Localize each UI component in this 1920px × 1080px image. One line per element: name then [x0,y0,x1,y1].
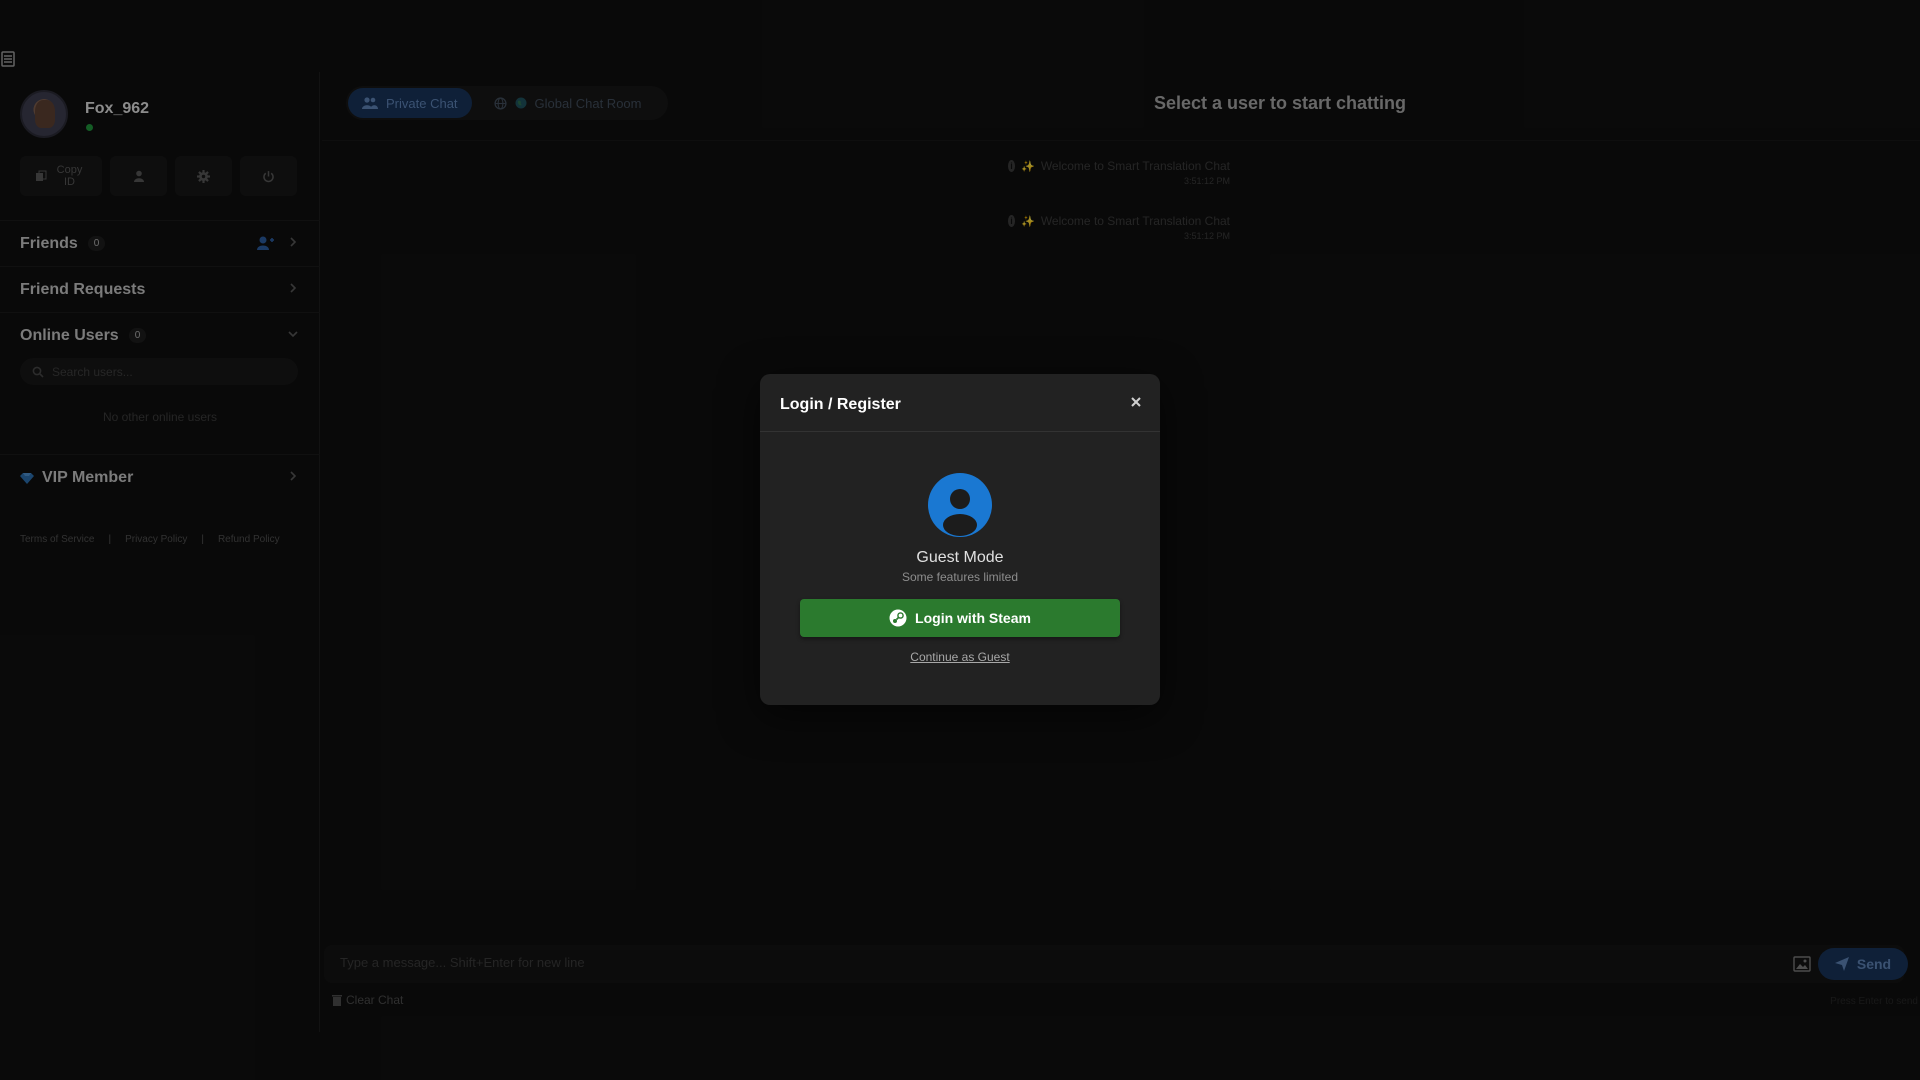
modal-title: Login / Register [780,396,901,413]
guest-mode-subtitle: Some features limited [901,570,1019,584]
modal-header: Login / Register [760,374,1160,432]
steam-icon [889,609,907,627]
app-root: Fox_962 Copy ID Friends 0 Friend Request… [0,0,1920,1080]
close-icon[interactable] [1128,394,1144,410]
login-with-steam-label: Login with Steam [915,610,1031,626]
login-modal: Login / Register Guest Mode Some feature… [760,374,1160,705]
guest-mode-title: Guest Mode [916,549,1004,566]
user-icon [943,489,977,536]
login-with-steam-button[interactable]: Login with Steam [800,599,1120,637]
guest-avatar [928,473,992,537]
continue-as-guest-link[interactable]: Continue as Guest [760,650,1160,664]
